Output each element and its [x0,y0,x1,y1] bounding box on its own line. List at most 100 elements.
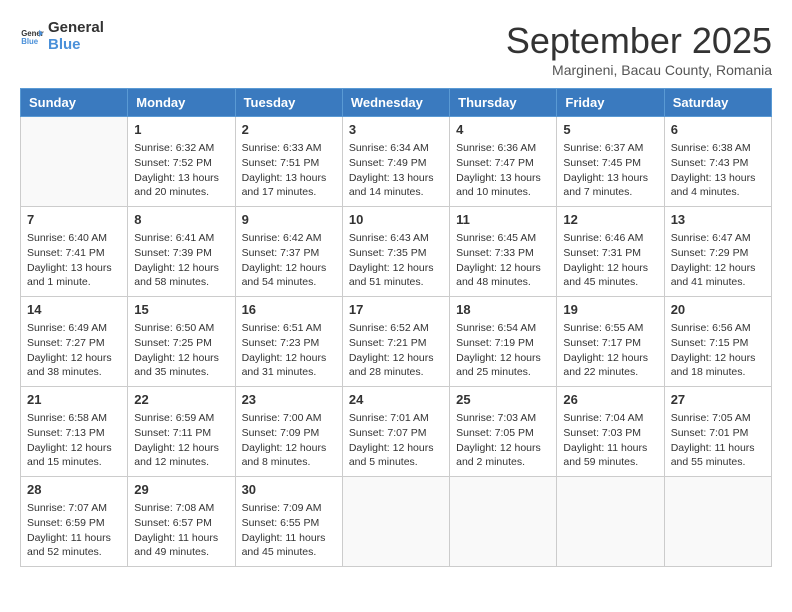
cell-line: Sunrise: 6:49 AM [27,321,121,336]
calendar-cell: 30Sunrise: 7:09 AMSunset: 6:55 PMDayligh… [235,477,342,567]
cell-line: Sunset: 7:29 PM [671,246,765,261]
cell-line: Sunrise: 7:01 AM [349,411,443,426]
cell-line: Sunrise: 6:52 AM [349,321,443,336]
cell-line: and 48 minutes. [456,275,550,290]
cell-line: and 14 minutes. [349,185,443,200]
cell-line: Daylight: 12 hours [27,351,121,366]
cell-line: Daylight: 11 hours [242,531,336,546]
cell-content: 26Sunrise: 7:04 AMSunset: 7:03 PMDayligh… [563,391,657,470]
cell-content: 17Sunrise: 6:52 AMSunset: 7:21 PMDayligh… [349,301,443,380]
calendar-cell [557,477,664,567]
cell-line: Sunset: 7:05 PM [456,426,550,441]
week-row-1: 7Sunrise: 6:40 AMSunset: 7:41 PMDaylight… [21,207,772,297]
cell-line: and 25 minutes. [456,365,550,380]
calendar-cell: 24Sunrise: 7:01 AMSunset: 7:07 PMDayligh… [342,387,449,477]
cell-line: and 45 minutes. [563,275,657,290]
cell-line: Daylight: 12 hours [671,351,765,366]
day-number: 15 [134,301,228,319]
day-number: 3 [349,121,443,139]
cell-content: 25 Sunrise: 7:03 AMSunset: 7:05 PMDayligh… [456,391,550,470]
cell-line: and 22 minutes. [563,365,657,380]
calendar-cell [664,477,771,567]
day-number: 5 [563,121,657,139]
calendar-cell: 21Sunrise: 6:58 AMSunset: 7:13 PMDayligh… [21,387,128,477]
calendar-cell: 7Sunrise: 6:40 AMSunset: 7:41 PMDaylight… [21,207,128,297]
calendar-cell: 12Sunrise: 6:46 AMSunset: 7:31 PMDayligh… [557,207,664,297]
calendar-cell: 27Sunrise: 7:05 AMSunset: 7:01 PMDayligh… [664,387,771,477]
cell-line: Daylight: 11 hours [27,531,121,546]
calendar-cell: 14Sunrise: 6:49 AMSunset: 7:27 PMDayligh… [21,297,128,387]
cell-content: 3Sunrise: 6:34 AMSunset: 7:49 PMDaylight… [349,121,443,200]
header-friday: Friday [557,89,664,117]
day-number: 18 [456,301,550,319]
title-section: September 2025 Margineni, Bacau County, … [506,20,772,78]
cell-line: Sunset: 7:09 PM [242,426,336,441]
cell-line: Daylight: 12 hours [242,441,336,456]
calendar-cell: 1Sunrise: 6:32 AMSunset: 7:52 PMDaylight… [128,117,235,207]
header-wednesday: Wednesday [342,89,449,117]
calendar-cell: 10Sunrise: 6:43 AMSunset: 7:35 PMDayligh… [342,207,449,297]
cell-line: Sunrise: 7:03 AM [456,411,550,426]
cell-line: Daylight: 13 hours [671,171,765,186]
calendar-cell: 23Sunrise: 7:00 AMSunset: 7:09 PMDayligh… [235,387,342,477]
day-number: 25 [456,391,550,409]
calendar-cell: 13Sunrise: 6:47 AMSunset: 7:29 PMDayligh… [664,207,771,297]
logo-icon: General Blue [20,25,44,49]
cell-line: Sunset: 7:47 PM [456,156,550,171]
cell-line: Sunrise: 6:32 AM [134,141,228,156]
location: Margineni, Bacau County, Romania [506,62,772,78]
header-sunday: Sunday [21,89,128,117]
cell-content: 19Sunrise: 6:55 AMSunset: 7:17 PMDayligh… [563,301,657,380]
calendar-cell: 17Sunrise: 6:52 AMSunset: 7:21 PMDayligh… [342,297,449,387]
cell-line: Sunrise: 7:09 AM [242,501,336,516]
cell-content: 13Sunrise: 6:47 AMSunset: 7:29 PMDayligh… [671,211,765,290]
cell-line: Sunrise: 6:38 AM [671,141,765,156]
cell-line: Daylight: 13 hours [242,171,336,186]
cell-line: Sunrise: 6:37 AM [563,141,657,156]
cell-line: and 10 minutes. [456,185,550,200]
calendar-cell: 8Sunrise: 6:41 AMSunset: 7:39 PMDaylight… [128,207,235,297]
svg-text:Blue: Blue [21,37,39,46]
cell-line: Daylight: 12 hours [456,441,550,456]
cell-line: Sunset: 6:59 PM [27,516,121,531]
cell-line: Sunrise: 6:50 AM [134,321,228,336]
cell-line: and 41 minutes. [671,275,765,290]
cell-line: Sunrise: 6:54 AM [456,321,550,336]
cell-line: Sunrise: 7:08 AM [134,501,228,516]
cell-line: Daylight: 12 hours [563,351,657,366]
cell-line: Daylight: 12 hours [349,441,443,456]
cell-content: 9Sunrise: 6:42 AMSunset: 7:37 PMDaylight… [242,211,336,290]
cell-content: 10Sunrise: 6:43 AMSunset: 7:35 PMDayligh… [349,211,443,290]
cell-content: 7Sunrise: 6:40 AMSunset: 7:41 PMDaylight… [27,211,121,290]
week-row-4: 28Sunrise: 7:07 AMSunset: 6:59 PMDayligh… [21,477,772,567]
cell-line: and 28 minutes. [349,365,443,380]
calendar-cell: 2Sunrise: 6:33 AMSunset: 7:51 PMDaylight… [235,117,342,207]
cell-line: Sunrise: 6:47 AM [671,231,765,246]
cell-line: Sunset: 7:41 PM [27,246,121,261]
cell-line: and 45 minutes. [242,545,336,560]
header-tuesday: Tuesday [235,89,342,117]
cell-line: Daylight: 12 hours [242,351,336,366]
calendar-cell: 26Sunrise: 7:04 AMSunset: 7:03 PMDayligh… [557,387,664,477]
calendar-cell: 25 Sunrise: 7:03 AMSunset: 7:05 PMDayligh… [450,387,557,477]
day-number: 27 [671,391,765,409]
cell-line: Sunrise: 6:55 AM [563,321,657,336]
cell-line: and 35 minutes. [134,365,228,380]
day-number: 30 [242,481,336,499]
cell-line: Daylight: 12 hours [671,261,765,276]
cell-line: Sunset: 7:23 PM [242,336,336,351]
cell-line: Sunrise: 6:58 AM [27,411,121,426]
logo: General Blue General Blue [20,20,104,53]
day-number: 2 [242,121,336,139]
cell-line: Sunset: 7:13 PM [27,426,121,441]
cell-line: Sunrise: 6:43 AM [349,231,443,246]
cell-line: Daylight: 11 hours [563,441,657,456]
calendar-cell: 3Sunrise: 6:34 AMSunset: 7:49 PMDaylight… [342,117,449,207]
month-title: September 2025 [506,20,772,62]
day-number: 26 [563,391,657,409]
calendar-cell: 15Sunrise: 6:50 AMSunset: 7:25 PMDayligh… [128,297,235,387]
day-number: 22 [134,391,228,409]
calendar-cell: 18Sunrise: 6:54 AMSunset: 7:19 PMDayligh… [450,297,557,387]
cell-content: 4Sunrise: 6:36 AMSunset: 7:47 PMDaylight… [456,121,550,200]
cell-content: 5Sunrise: 6:37 AMSunset: 7:45 PMDaylight… [563,121,657,200]
